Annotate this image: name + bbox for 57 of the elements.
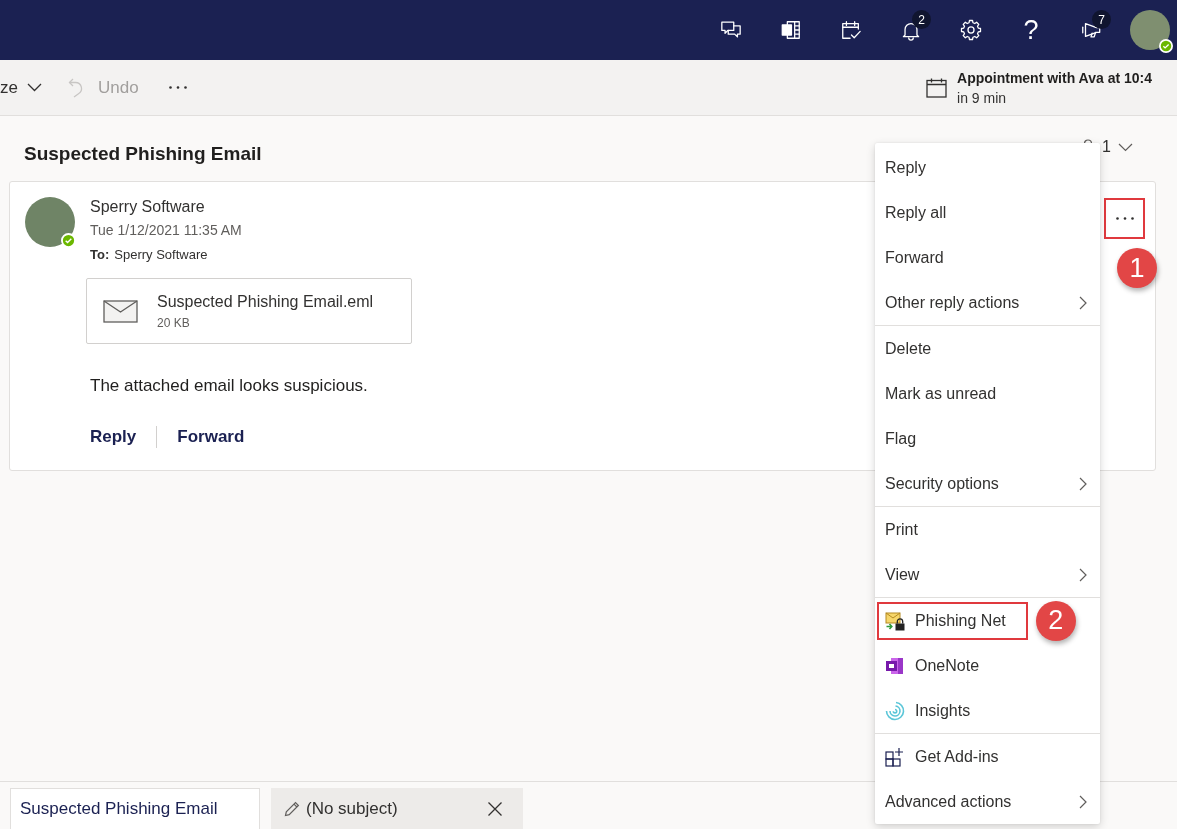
more-actions-button[interactable] [1104,198,1145,239]
feedback-button[interactable]: 7 [1061,0,1121,60]
recipient-name: Sperry Software [114,246,208,264]
menu-item[interactable]: Delete [875,326,1100,371]
avatar[interactable] [1130,10,1170,50]
menu-item[interactable]: OneNote [875,643,1100,688]
menu-item[interactable]: Mark as unread [875,371,1100,416]
attachment-card[interactable]: Suspected Phishing Email.eml 20 KB [86,278,412,344]
pencil-icon [284,800,300,817]
calendar-icon [926,77,947,98]
calendar-check-icon [840,19,862,41]
message-tab[interactable]: Suspected Phishing Email [10,788,260,829]
notebook-icon [780,19,802,41]
undo-icon [67,77,84,98]
menu-item[interactable]: Other reply actions [875,280,1100,325]
menu-item[interactable]: Flag [875,416,1100,461]
menu-item[interactable]: Security options [875,461,1100,506]
attachment-name: Suspected Phishing Email.eml [157,291,374,312]
dropdown-button[interactable]: ze [0,71,42,104]
menu-item[interactable]: Phishing Net [877,601,1028,640]
notification-badge: 7 [1092,10,1111,29]
envelope-icon [103,299,138,323]
menu-item[interactable]: Get Add-ins [875,734,1100,779]
more-icon [168,86,187,89]
callout-marker: 2 [1035,600,1076,641]
reminder-button[interactable]: Appointment with Ava at 10:4 in 9 min [926,68,1152,107]
notifications-button[interactable]: 2 [881,0,941,60]
menu-item[interactable]: Advanced actions [875,779,1100,824]
chevron-down-icon [1118,142,1133,152]
close-icon [487,800,503,817]
forward-button[interactable]: Forward [177,425,245,449]
chevron-down-icon [26,83,42,92]
notification-badge: 2 [912,10,931,29]
callout-marker: 1 [1117,248,1157,288]
menu-item[interactable]: Reply [875,145,1100,190]
menu-item[interactable]: Print [875,507,1100,552]
menu-item[interactable]: View [875,552,1100,597]
sent-date: Tue 1/12/2021 11:35 AM [90,221,242,240]
grid-plus-icon [885,746,905,767]
more-icon [1115,217,1134,220]
notebook-icon [885,655,905,676]
reply-button[interactable]: Reply [90,425,137,449]
recipient-label: To: [90,246,110,264]
conversation-subject: Suspected Phishing Email [24,142,262,166]
menu-item[interactable]: Forward [875,235,1100,280]
message-body: The attached email looks suspicious. [90,375,368,397]
sender-name: Sperry Software [90,197,205,217]
menu-item[interactable]: Insights [875,688,1100,733]
message-tab[interactable]: (No subject) [271,788,523,829]
spiral-icon [885,700,905,721]
attachment-size: 20 KB [157,314,191,331]
help-button[interactable]: ? [1001,0,1061,60]
settings-icon [960,19,982,41]
avatar [25,197,75,247]
envelope-lock-icon [885,610,905,631]
close-button[interactable] [487,800,503,817]
menu-item[interactable]: Reply all [875,190,1100,235]
